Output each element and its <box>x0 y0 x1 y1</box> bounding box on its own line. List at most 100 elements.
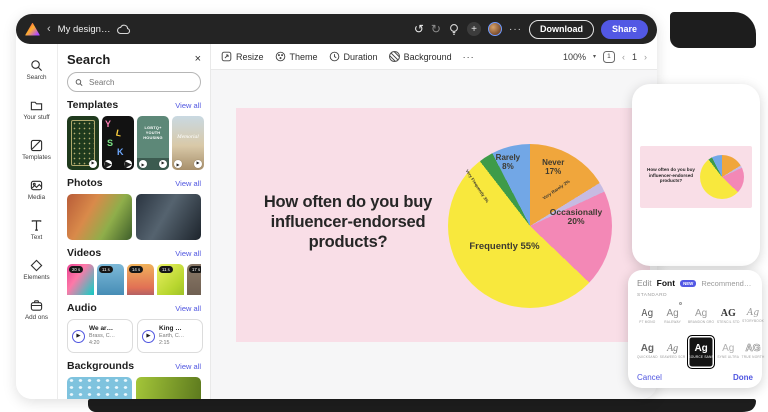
question-text[interactable]: How often do you buy influencer-endorsed… <box>242 192 454 252</box>
section-title-backgrounds: Backgrounds <box>67 360 134 372</box>
duration-button[interactable]: Duration <box>329 51 378 62</box>
sidebar-item-templates[interactable]: Templates <box>17 131 57 168</box>
template-thumb-beach[interactable]: Memorial ▶ ▶ <box>172 116 204 170</box>
font-tile[interactable]: Ag BRANDON GRO <box>687 300 714 333</box>
share-button[interactable]: Share <box>601 20 648 39</box>
sidebar-label: Templates <box>22 154 51 161</box>
audio-results: ▶ We ar… Brass, C… 4:20 ▶ King … Earth, … <box>67 319 201 353</box>
search-input[interactable] <box>87 77 193 88</box>
font-tile[interactable]: Ag QUICKSAND <box>637 335 658 370</box>
cancel-button[interactable]: Cancel <box>637 373 662 382</box>
background-button[interactable]: Background <box>389 51 452 62</box>
cloud-sync-icon <box>117 24 131 35</box>
document-title[interactable]: My design… <box>58 24 111 35</box>
background-thumb[interactable] <box>67 377 132 399</box>
audio-duration: 2:15 <box>159 340 184 347</box>
pie-label-rarely: Rarely 8% <box>494 154 522 172</box>
audio-meta: Earth, C… <box>159 333 184 340</box>
font-tile[interactable]: AG STENCIL STD <box>717 300 740 333</box>
audio-track-card[interactable]: ▶ We ar… Brass, C… 4:20 <box>67 319 133 353</box>
section-title-photos: Photos <box>67 177 103 189</box>
page-prev-icon[interactable]: ‹ <box>622 52 625 62</box>
template-thumb-housing[interactable]: LGBTQ+ YOUTH HOUSING ▶ ▶ <box>137 116 169 170</box>
done-button[interactable]: Done <box>733 373 753 382</box>
template-thumb-letters[interactable]: Y L S K ▶ ▶ <box>102 116 134 170</box>
page-number: 1 <box>632 52 637 62</box>
toolbar-more-icon[interactable]: ··· <box>463 52 475 62</box>
sidebar-label: Add ons <box>25 314 48 321</box>
view-all-link[interactable]: View all <box>175 362 201 371</box>
photo-thumb[interactable] <box>67 194 132 240</box>
video-thumb[interactable]: 20 s <box>67 264 94 295</box>
audio-title: King … <box>159 325 184 333</box>
undo-icon[interactable]: ↺ <box>414 23 424 35</box>
redo-icon[interactable]: ↻ <box>431 23 441 35</box>
sidebar-item-search[interactable]: Search <box>17 51 57 88</box>
sidebar-item-elements[interactable]: Elements <box>17 251 57 288</box>
search-box[interactable] <box>67 72 201 92</box>
design-artboard[interactable]: How often do you buy influencer-endorsed… <box>236 108 650 342</box>
font-tile[interactable]: Ag SEAWEED SCR <box>660 335 686 370</box>
avatar[interactable] <box>488 22 502 36</box>
letter: L <box>115 128 122 139</box>
view-all-link[interactable]: View all <box>175 249 201 258</box>
font-panel: Edit Font NEW Recommendations STANDARD A… <box>628 270 762 388</box>
font-tile[interactable]: Ag SYNE ULTRA <box>717 335 740 370</box>
font-tile[interactable]: Ag PT MONO <box>637 300 658 333</box>
play-button-icon[interactable]: ▶ <box>142 330 155 343</box>
video-results: 20 s 11 s 14 s 11 s <box>67 264 201 295</box>
theme-icon <box>275 51 286 62</box>
new-badge: NEW <box>680 280 696 287</box>
page-next-icon[interactable]: › <box>644 52 647 62</box>
video-thumb[interactable]: 11 s <box>97 264 124 295</box>
template-results: ▶ Y L S K ▶ ▶ LGBTQ+ YOUTH HOUSING ▶ <box>67 116 201 170</box>
adobe-express-logo-icon[interactable] <box>25 23 40 36</box>
font-tile[interactable]: Ag RALEWAY <box>660 300 686 333</box>
screenshot-stage: ‹ My design… ↺ ↻ + ··· Download Share Se… <box>0 0 768 412</box>
canvas-area: Resize Theme Duration Background ··· <box>211 44 657 399</box>
pages-icon[interactable]: 1 <box>603 51 615 63</box>
lightbulb-icon[interactable] <box>448 23 460 36</box>
pie-chart[interactable]: Never 17% Very Rarely 2% Occasionally 20… <box>448 144 612 308</box>
photo-thumb[interactable] <box>136 194 201 240</box>
video-thumb[interactable]: 14 s <box>127 264 154 295</box>
tab-font[interactable]: Font <box>657 278 675 288</box>
duration-badge: 14 s <box>129 266 143 273</box>
view-all-link[interactable]: View all <box>175 101 201 110</box>
view-all-link[interactable]: View all <box>175 179 201 188</box>
font-tile[interactable]: Ag STORYBOOK <box>742 300 765 333</box>
sidebar-item-your-stuff[interactable]: Your stuff <box>17 91 57 128</box>
download-button[interactable]: Download <box>529 20 594 39</box>
video-thumb[interactable]: 11 s <box>157 264 184 295</box>
section-title-videos: Videos <box>67 247 101 259</box>
invite-plus-button[interactable]: + <box>467 22 481 36</box>
video-thumb[interactable]: 17 s <box>187 264 201 295</box>
sidebar-item-add-ons[interactable]: Add ons <box>17 291 57 328</box>
sidebar-item-text[interactable]: Text <box>17 211 57 248</box>
main-row: Search Your stuff Templates Media Text <box>16 44 657 399</box>
close-icon[interactable]: × <box>195 54 201 65</box>
theme-button[interactable]: Theme <box>275 51 318 62</box>
chevron-down-icon[interactable]: ▾ <box>593 53 596 60</box>
play-badge-icon: ▶ <box>139 160 147 168</box>
zoom-level[interactable]: 100% <box>563 52 586 62</box>
play-badge-icon: ▶ <box>159 160 167 168</box>
play-button-icon[interactable]: ▶ <box>72 330 85 343</box>
play-badge-icon: ▶ <box>124 160 132 168</box>
audio-track-card[interactable]: ▶ King … Earth, C… 2:15 <box>137 319 203 353</box>
background-thumb[interactable] <box>136 377 201 399</box>
tab-recommendations[interactable]: Recommendations <box>701 279 753 288</box>
letter: Y <box>105 119 111 129</box>
template-thumb-floral[interactable]: ▶ <box>67 116 99 170</box>
font-tile[interactable]: AG TRUE NORTH <box>742 335 765 370</box>
back-chevron-icon[interactable]: ‹ <box>47 24 51 35</box>
mini-artboard[interactable]: How often do you buy influencer-endorsed… <box>640 146 752 208</box>
view-all-link[interactable]: View all <box>175 304 201 313</box>
sidebar-item-media[interactable]: Media <box>17 171 57 208</box>
more-options-icon[interactable]: ··· <box>509 24 522 35</box>
standard-section-label: STANDARD <box>637 293 753 298</box>
resize-button[interactable]: Resize <box>221 51 264 62</box>
tab-edit[interactable]: Edit <box>637 278 652 288</box>
mini-pie-graphic <box>700 155 744 199</box>
font-tile-selected[interactable]: Ag SOURCE SANS <box>687 335 714 370</box>
